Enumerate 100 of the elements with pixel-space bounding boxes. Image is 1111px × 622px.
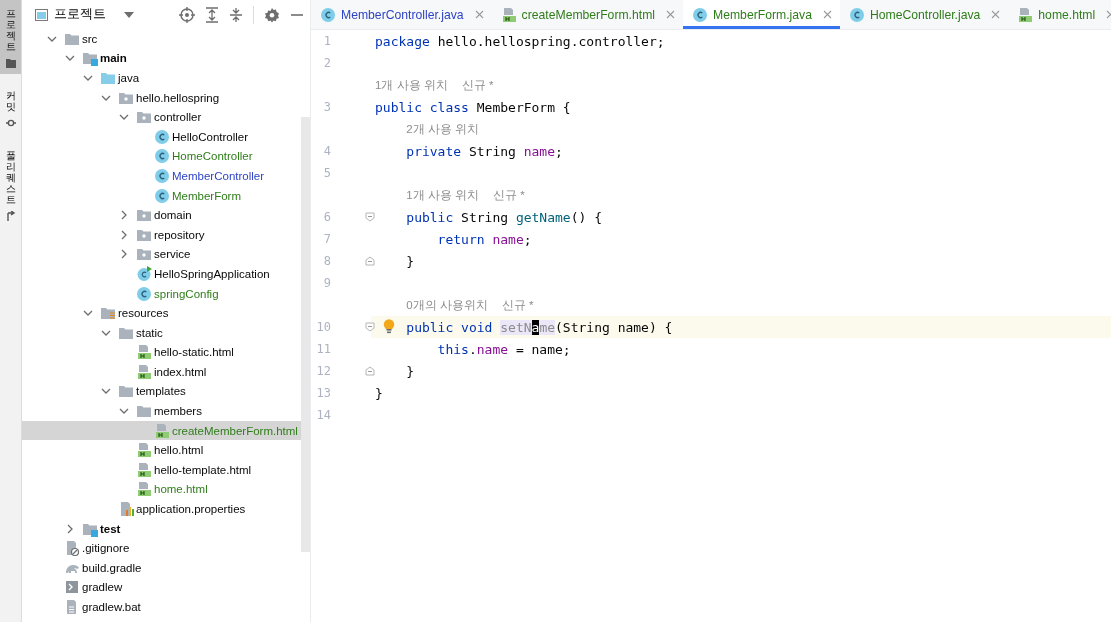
code-line: package hello.hellospring.controller; [374,32,666,51]
editor-tab[interactable]: createMemberForm.html [491,0,684,29]
editor-tab[interactable]: HomeController.java [839,0,1009,29]
tree-item[interactable]: service [22,244,301,265]
folder-icon [100,305,116,322]
code-line: } [405,252,416,271]
tree-item[interactable]: members [22,401,301,421]
tree-item[interactable]: home.html [22,479,301,500]
class-icon [136,265,152,282]
code-line: public String getName() { [405,208,603,227]
tree-item[interactable]: HelloController [22,126,301,147]
close-icon[interactable] [991,10,1001,19]
fold-marker-icon[interactable] [365,212,375,222]
folder-icon [100,70,116,86]
collapse-all-icon[interactable] [229,6,243,23]
fold-marker-icon[interactable] [365,366,375,376]
html-file-icon [136,363,152,380]
close-icon[interactable] [666,10,676,19]
author-hint[interactable]: 신규 * [493,187,525,203]
tree-item[interactable]: build.gradle [22,558,301,578]
folder-icon [118,383,134,400]
code-line: private String name; [405,142,564,161]
chart-file-icon [118,501,134,518]
tree-item[interactable]: index.html [22,362,301,382]
fold-marker-icon[interactable] [365,256,375,266]
tree-item[interactable]: .gitignore [22,538,301,559]
package-icon [136,109,152,126]
line-number: 10 [315,320,331,334]
tree-item[interactable]: test [22,518,301,539]
author-hint[interactable]: 신규 * [461,77,494,93]
tree-item[interactable]: repository [22,224,301,245]
tree-item[interactable]: main [22,48,301,69]
settings-icon[interactable] [264,6,280,23]
tree-item[interactable]: gradlew.bat [22,597,301,617]
author-hint[interactable]: 신규 * [501,297,534,313]
tree-item[interactable]: resources [22,303,301,323]
folder-icon [82,50,98,67]
tree-item[interactable]: application.properties [22,499,301,519]
class-icon [692,6,709,23]
fold-marker-icon[interactable] [365,322,375,332]
code-line: this.name = name; [436,340,572,359]
class-icon [320,6,336,23]
html-file-icon [136,442,152,459]
class-icon [154,128,170,145]
editor-tab[interactable]: MemberController.java [311,0,492,29]
usages-hint[interactable]: 1개 사용 위치 [406,187,480,203]
tree-item[interactable]: domain [22,205,301,225]
package-icon [136,207,152,224]
close-icon[interactable] [474,10,484,19]
editor-tab[interactable]: home.html [1008,0,1111,29]
tree-item[interactable]: controller [22,107,301,127]
tool-window-button[interactable]: 풀 리퀘스트 [0,142,21,227]
html-file-icon [136,461,152,478]
line-number: 1 [322,34,331,48]
tree-item[interactable]: HelloSpringApplication [22,264,301,284]
tree-item[interactable]: gradlew [22,577,301,598]
panel-title[interactable]: 프로젝트 [54,6,106,23]
lightbulb-icon[interactable] [383,319,395,334]
code-line: public class MemberForm { [374,98,572,117]
tree-item[interactable]: hello.hellospring [22,87,301,108]
tree-item[interactable]: static [22,322,301,343]
locate-icon[interactable] [179,6,195,23]
class-icon [136,285,152,302]
expand-all-icon[interactable] [205,6,219,23]
tree-item[interactable]: hello.html [22,440,301,461]
scrollbar[interactable] [301,117,310,552]
editor-tab[interactable]: MemberForm.java [683,0,840,29]
line-number: 13 [315,386,331,400]
class-icon [154,167,170,184]
line-number: 6 [322,210,331,224]
tree-item[interactable]: MemberController [22,166,301,186]
line-number: 3 [322,100,331,114]
line-number: 14 [315,408,331,422]
tree-item[interactable]: HomeController [22,146,301,167]
folder-icon [5,58,16,68]
line-number: 8 [322,254,331,268]
line-number: 5 [322,166,331,180]
code-line: return name; [436,230,533,249]
terminal-icon [64,579,80,596]
close-icon[interactable] [822,10,832,19]
tree-item[interactable]: springConfig [22,283,301,304]
commit-icon [5,118,16,128]
tree-item[interactable]: templates [22,381,301,402]
tree-item[interactable]: MemberForm [22,185,301,206]
usages-hint[interactable]: 0개의 사용위치 [406,297,488,313]
folder-icon [136,403,152,420]
line-number: 9 [322,276,331,290]
usages-hint[interactable]: 1개 사용 위치 [375,77,448,93]
usages-hint[interactable]: 2개 사용 위치 [406,121,480,137]
ignore-file-icon [64,540,80,557]
tree-item[interactable]: hello-static.html [22,342,301,363]
tree-item[interactable]: hello-template.html [22,460,301,480]
tool-window-button[interactable]: 커밋 [0,82,21,134]
tool-window-button[interactable]: 프로젝트 [0,0,21,74]
tree-item[interactable]: java [22,68,301,88]
line-number: 11 [315,342,331,356]
tree-item[interactable]: createMemberForm.html [22,420,301,441]
line-number: 12 [315,364,331,378]
dropdown-caret-icon[interactable] [124,11,134,18]
tree-item[interactable]: src [22,29,301,49]
